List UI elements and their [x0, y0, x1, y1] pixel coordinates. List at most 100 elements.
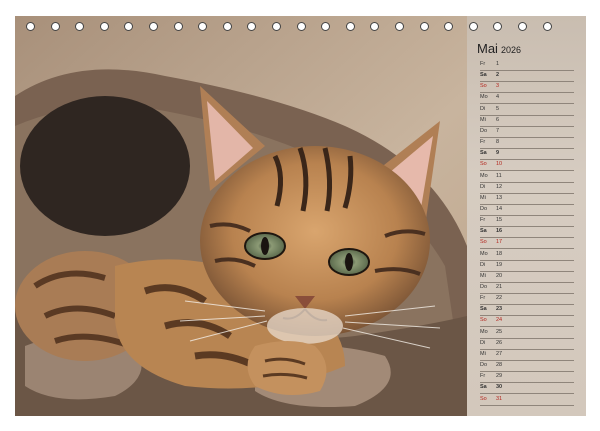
day-number: 23 — [496, 306, 503, 313]
weekday-abbr: So — [480, 83, 487, 90]
month-title: Mai 2026 — [477, 41, 521, 56]
day-label: Do 21 — [480, 284, 502, 290]
day-label: Do 14 — [480, 205, 502, 212]
day-row: Fr 8 — [480, 138, 574, 150]
weekday-abbr: So — [480, 317, 487, 324]
day-number: 30 — [496, 384, 503, 391]
day-number: 10 — [496, 161, 503, 168]
weekday-abbr: Fr — [480, 295, 486, 302]
weekday-abbr: Di — [480, 339, 486, 346]
day-number: 12 — [496, 183, 503, 190]
day-row: Do 14 — [480, 205, 574, 216]
calendar-page: Mai 2026 Fr 1 Sa 2 So 3 Mo 4 Di 5 Mi 6 Do 7 Fr 8… — [15, 16, 586, 416]
binding-hole — [296, 22, 306, 31]
binding-hole — [247, 22, 257, 31]
day-label: Sa 9 — [480, 150, 499, 156]
day-label: Sa 23 — [480, 306, 502, 312]
day-number: 31 — [496, 395, 503, 402]
day-number: 25 — [496, 328, 503, 335]
weekday-abbr: Mi — [480, 116, 486, 123]
kitten-photo — [15, 16, 467, 416]
weekday-abbr: Do — [480, 362, 488, 369]
binding-hole — [493, 22, 503, 31]
binding-hole — [468, 22, 478, 31]
day-number: 3 — [496, 83, 500, 90]
day-number: 19 — [496, 261, 503, 268]
day-label: Sa 2 — [480, 72, 499, 79]
day-row: Mo 18 — [480, 250, 574, 261]
binding-hole — [419, 22, 429, 31]
day-label: Mo 4 — [480, 94, 499, 101]
weekday-abbr: Sa — [480, 228, 487, 235]
weekday-abbr: Di — [480, 261, 486, 268]
day-row: Sa 30 — [480, 383, 574, 395]
day-label: So 24 — [480, 317, 502, 324]
day-row: Fr 15 — [480, 216, 574, 228]
day-number: 2 — [496, 72, 500, 79]
binding-hole — [198, 22, 208, 31]
weekday-abbr: Do — [480, 205, 488, 212]
day-row: Mo 25 — [480, 328, 574, 339]
weekday-abbr: Mo — [480, 250, 488, 257]
day-number: 6 — [496, 116, 500, 123]
day-label: Mo 25 — [480, 328, 502, 335]
day-row: So 3 — [480, 82, 574, 94]
day-label: Di 12 — [480, 184, 502, 190]
day-label: Mi 20 — [480, 273, 502, 279]
day-label: Sa 16 — [480, 228, 502, 235]
weekday-abbr: Mo — [480, 172, 488, 179]
weekday-abbr: Fr — [480, 373, 486, 380]
weekday-abbr: Fr — [480, 139, 486, 146]
day-row: Do 7 — [480, 127, 574, 138]
day-number: 18 — [496, 250, 503, 257]
day-number: 27 — [496, 350, 503, 357]
day-label: So 3 — [480, 83, 499, 90]
weekday-abbr: Fr — [480, 61, 486, 67]
day-number: 20 — [496, 272, 503, 279]
day-number: 13 — [496, 194, 503, 201]
day-number: 28 — [496, 362, 503, 369]
day-row: Mi 27 — [480, 350, 574, 361]
weekday-abbr: Fr — [480, 217, 486, 224]
day-label: Fr 29 — [480, 373, 502, 380]
spiral-binding — [0, 20, 600, 40]
weekday-abbr: Mo — [480, 328, 488, 335]
day-label: So 10 — [480, 161, 502, 168]
day-row: Mo 11 — [480, 172, 574, 183]
weekday-abbr: Mo — [480, 94, 488, 101]
weekday-abbr: So — [480, 395, 487, 402]
day-row: Fr 1 — [480, 60, 574, 71]
day-row: Di 19 — [480, 261, 574, 272]
day-row: Sa 9 — [480, 149, 574, 161]
day-row: Di 12 — [480, 183, 574, 194]
day-number: 15 — [496, 217, 503, 224]
day-row: Mi 20 — [480, 272, 574, 283]
day-label: Fr 1 — [480, 61, 499, 67]
day-row: Fr 22 — [480, 294, 574, 306]
day-number: 9 — [496, 150, 500, 157]
weekday-abbr: Mi — [480, 194, 486, 201]
day-number: 29 — [496, 373, 503, 380]
day-number: 4 — [496, 94, 500, 101]
binding-hole — [395, 22, 404, 31]
day-row: Mi 6 — [480, 116, 574, 127]
day-label: Fr 15 — [480, 217, 502, 224]
day-label: Sa 30 — [480, 384, 502, 390]
day-number: 5 — [496, 105, 500, 112]
day-row: Sa 16 — [480, 227, 574, 239]
day-label: Di 19 — [480, 261, 502, 268]
day-label: Mo 11 — [480, 172, 502, 179]
weekday-abbr: Sa — [480, 72, 487, 79]
binding-hole — [75, 22, 85, 31]
day-row: Do 28 — [480, 361, 574, 373]
weekday-abbr: So — [480, 161, 487, 168]
binding-hole — [321, 22, 331, 31]
day-number: 7 — [496, 127, 500, 134]
binding-hole — [149, 22, 158, 31]
day-number: 17 — [496, 239, 503, 246]
day-row: So 24 — [480, 316, 574, 328]
binding-hole — [444, 22, 454, 31]
binding-hole — [345, 22, 355, 31]
binding-hole — [124, 22, 134, 31]
day-label: Mi 27 — [480, 351, 502, 357]
